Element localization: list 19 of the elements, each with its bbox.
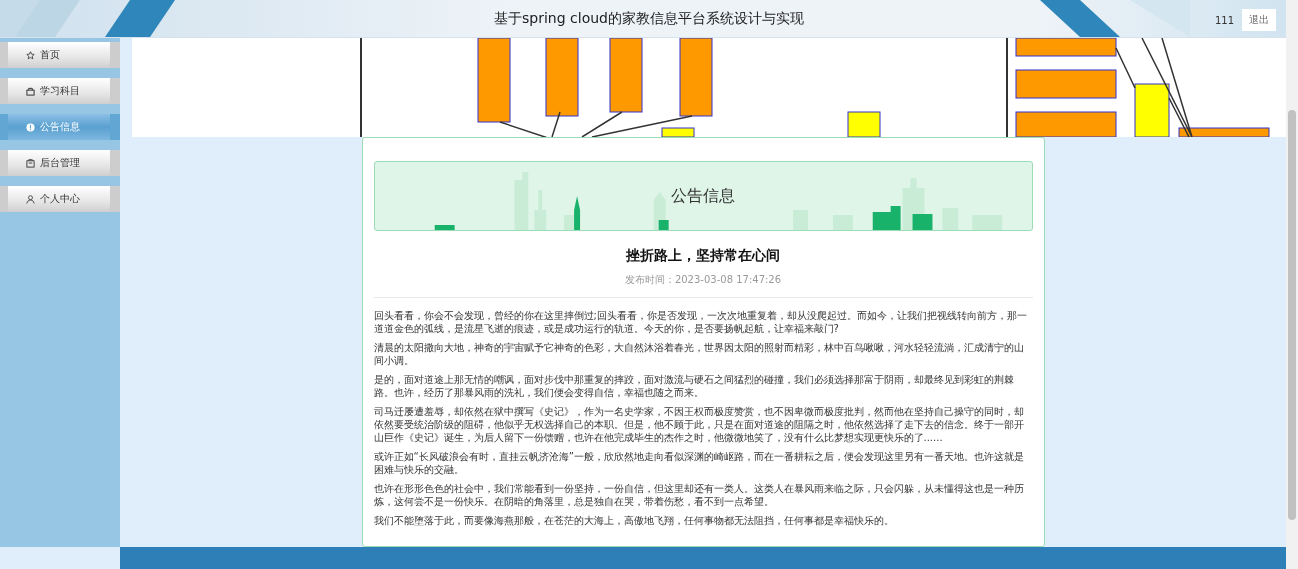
page-title: 基于spring cloud的家教信息平台系统设计与实现 [494,9,804,28]
article-title: 挫折路上，坚持常在心间 [625,247,781,265]
article-paragraph: 回头看看，你会不会发现，曾经的你在这里摔倒过;回头看看，你是否发现，一次次地重复着，却从没爬起过。而如今，让我们把视线转向前方，那一道道金色的弧线，是流星飞逝的痕迹，或是成功运行的轨道。今天的你，是否要扬帆起航，让幸福来敲门? [373,309,1028,335]
alert-icon [26,122,35,132]
article-paragraph: 是的，面对道途上那无情的嘲讽，面对步伐中那重复的摔跤，面对激流与硬石之间猛烈的碰撞，我们必须选择那富于阴雨，却最终见到彩虹的荆棘路。也许，经历了那暴风雨的洗礼，我们便会变得自信，幸福也随之而来。 [373,373,1015,399]
article-paragraph: 或许正如“长风破浪会有时，直挂云帆济沧海”一般，欣欣然地走向看似深渊的崎岖路，而在一番耕耘之后，便会发现这里另有一番天地。也许这就是困难与快乐的交融。 [373,450,1025,476]
star-icon [26,50,35,60]
section-title: 公告信息 [671,185,735,207]
bag-icon [26,86,35,96]
scrollbar[interactable] [1286,0,1298,569]
article-paragraph: 我们不能堕落于此，而要像海燕那般，在苍茫的大海上，高傲地飞翔，任何事物都无法阻挡，任何事都是幸福快乐的。 [373,514,895,527]
box-icon [26,158,35,168]
person-icon [26,194,35,204]
publish-date: 发布时间：2023-03-08 17:47:26 [623,273,783,287]
article-paragraph: 司马迁屡遭羞辱，却依然在狱中撰写《史记》，作为一名史学家，不因王权而极度赞赏，也不因卑微而极度批判，然而他在坚持自己操守的同时，却依然要受统治阶级的阻碍，他似乎无权选择自己的本职。但是，他不顾于此，只是在面对道途的阻隔之时，他依然选择了走下去的信念。终于一部开山巨作《史记》诞生，为后人留下一份馈赠，也许在他完成毕生的杰作之时，他微微地笑了，没有什么比梦想实现更快乐的了...... [373,405,1025,444]
article-paragraph: 也许在形形色色的社会中，我们常能看到一份坚持，一份自信，但这里却还有一类人。这类人在暴风雨来临之际，只会闪躲，从未懂得这也是一种历炼，这何尝不是一份快乐。在阴暗的角落里，总是独自在哭，带着伤愁，看不到一点希望。 [373,482,1025,508]
logout-button[interactable]: 退出 [1242,9,1276,31]
user-name: 111 [1214,14,1234,26]
article-paragraph: 清晨的太阳撒向大地，神奇的宇宙赋予它神奇的色彩，大自然沐浴着春光，世界因太阳的照射而精彩，林中百鸟啾啾，河水轻轻流淌，汇成清宁的山间小调。 [373,341,1025,367]
